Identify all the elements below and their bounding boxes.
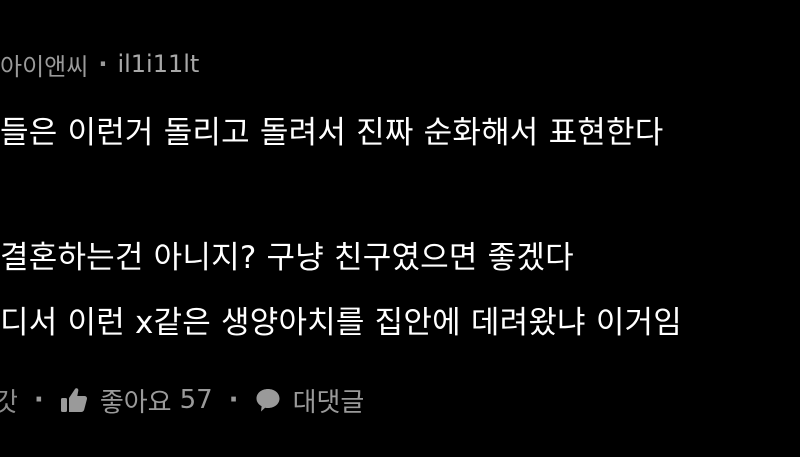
author-name[interactable]: 아이앤씨	[0, 47, 88, 82]
like-label: 좋아요	[99, 387, 172, 418]
reply-button[interactable]: 대댓글	[255, 382, 365, 419]
footer-separator-1: ·	[33, 385, 44, 415]
header-separator: ·	[98, 50, 108, 78]
author-handle[interactable]: il1i11lt	[117, 50, 199, 78]
comment-line-3: 디서 이런 x같은 생양아치를 집안에 데려왔냐 이거임	[0, 305, 682, 341]
footer-separator-2: ·	[228, 385, 239, 415]
comment-footer: 갓 · 좋아요 57 · 대댓글	[0, 378, 364, 422]
comment-line-1: 들은 이런거 돌리고 돌려서 진짜 순화해서 표현한다	[0, 115, 664, 151]
reply-label: 대댓글	[292, 387, 365, 418]
speech-bubble-icon	[255, 387, 281, 413]
like-count: 57	[179, 385, 213, 415]
comment-header: 아이앤씨 · il1i11lt	[0, 44, 199, 84]
footer-edge-text: 갓	[0, 387, 18, 418]
comment-line-2: 결혼하는건 아니지? 구냥 친구였으면 좋겠다	[0, 240, 574, 276]
thumbs-up-icon	[60, 387, 88, 413]
like-button[interactable]: 좋아요 57	[60, 382, 213, 419]
